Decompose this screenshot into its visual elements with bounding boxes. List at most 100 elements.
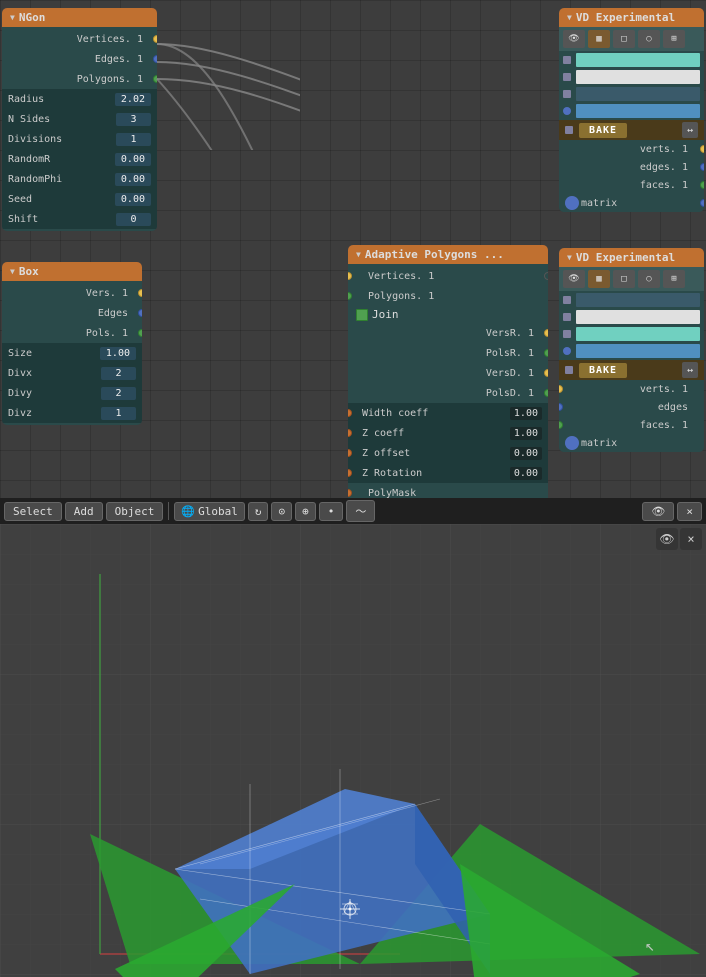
ngon-edges-socket[interactable] [153, 55, 157, 63]
box-vers-socket[interactable] [138, 289, 142, 297]
add-menu-btn[interactable]: Add [65, 502, 103, 521]
adaptive-zrotation-socket-in[interactable] [348, 469, 352, 477]
vd2-verts-label: verts. 1 [565, 384, 698, 395]
ngon-divisions-value[interactable]: 1 [116, 133, 151, 146]
viewport-icon-btn[interactable]: 👁 [642, 502, 674, 521]
vd1-eye-btn[interactable]: 👁 [563, 30, 585, 48]
vd1-resize-btn[interactable]: ↔ [682, 122, 698, 138]
adaptive-polymask-label: PolyMask [354, 488, 542, 499]
adaptive-polygons-in-socket[interactable] [348, 292, 352, 300]
vd2-solid-btn[interactable]: ○ [638, 270, 660, 288]
global-dropdown[interactable]: 🌐 Global [174, 502, 244, 521]
vd1-collapse-arrow: ▼ [567, 13, 572, 22]
adaptive-zcoeff-socket-in[interactable] [348, 429, 352, 437]
vd1-strip-row4 [563, 104, 700, 118]
snap-icon: ⊙ [278, 505, 285, 518]
box-divy-value[interactable]: 2 [101, 387, 136, 400]
box-size-value[interactable]: 1.00 [100, 347, 136, 360]
box-divy-label: Divy [8, 388, 97, 399]
ngon-header[interactable]: ▼ NGon [2, 8, 157, 27]
vd2-wire-btn[interactable]: □ [613, 270, 635, 288]
box-header[interactable]: ▼ Box [2, 262, 142, 281]
vd2-extra-btn[interactable]: ⊞ [663, 270, 685, 288]
vd2-mesh-btn[interactable]: ▦ [588, 270, 610, 288]
select-menu-btn[interactable]: Select [4, 502, 62, 521]
adaptive-title: Adaptive Polygons ... [365, 248, 504, 261]
adaptive-join-checkbox[interactable] [356, 309, 368, 321]
box-pols-socket[interactable] [138, 329, 142, 337]
vd2-bake-button[interactable]: BAKE [579, 363, 627, 378]
adaptive-widthcoeff-value[interactable]: 1.00 [510, 407, 542, 420]
rotate-snap-btn[interactable]: ↻ [248, 502, 269, 521]
adaptive-vertices-in-socket[interactable] [348, 272, 352, 280]
pivot-btn[interactable]: ⊕ [295, 502, 316, 521]
vd1-icon2 [563, 73, 571, 81]
vd2-icon3 [563, 330, 571, 338]
vd1-header[interactable]: ▼ VD Experimental [559, 8, 704, 27]
ngon-nsides-label: N Sides [8, 114, 112, 125]
vd2-header[interactable]: ▼ VD Experimental [559, 248, 704, 267]
box-edges-socket[interactable] [138, 309, 142, 317]
adaptive-zrotation-value[interactable]: 0.00 [510, 467, 542, 480]
adaptive-zoffset-socket-in[interactable] [348, 449, 352, 457]
box-divz-value[interactable]: 1 [101, 407, 136, 420]
wave-btn[interactable]: 〜 [346, 500, 375, 522]
adaptive-header[interactable]: ▼ Adaptive Polygons ... [348, 245, 548, 264]
dot-btn[interactable]: • [319, 502, 344, 521]
vd2-edges-row: edges [559, 398, 704, 416]
viewport-close-btn[interactable]: × [680, 528, 702, 550]
ngon-seed-value[interactable]: 0.00 [115, 193, 151, 206]
vd1-matrix-socket[interactable] [700, 199, 704, 207]
adaptive-versr-socket[interactable] [544, 329, 548, 337]
ngon-randomr-value[interactable]: 0.00 [115, 153, 151, 166]
ngon-shift-row: Shift 0 [2, 209, 157, 229]
vd2-bake-row: BAKE ↔ [559, 360, 704, 380]
vd2-resize-btn[interactable]: ↔ [682, 362, 698, 378]
ngon-nsides-value[interactable]: 3 [116, 113, 151, 126]
adaptive-polsr-row: PolsR. 1 [348, 343, 548, 363]
vd1-bake-button[interactable]: BAKE [579, 123, 627, 138]
ngon-edges-label: Edges. 1 [8, 54, 151, 65]
vd2-verts-in-socket[interactable] [559, 385, 563, 393]
adaptive-polsd-socket[interactable] [544, 389, 548, 397]
vd1-faces-socket[interactable] [700, 181, 704, 189]
adaptive-polsr-socket[interactable] [544, 349, 548, 357]
vd1-icon4 [563, 107, 571, 115]
vd1-solid-btn[interactable]: ○ [638, 30, 660, 48]
ngon-vertices-socket[interactable] [153, 35, 157, 43]
vd1-bake-row: BAKE ↔ [559, 120, 704, 140]
adaptive-zcoeff-value[interactable]: 1.00 [510, 427, 542, 440]
vd2-strip-row4 [563, 344, 700, 358]
vd1-matrix-row: matrix [559, 194, 704, 212]
vd1-extra-btn[interactable]: ⊞ [663, 30, 685, 48]
vd2-faces-in-socket[interactable] [559, 421, 563, 429]
vd2-node: ▼ VD Experimental 👁 ▦ □ ○ ⊞ [559, 248, 704, 452]
vd1-edges-socket[interactable] [700, 163, 704, 171]
ngon-divisions-label: Divisions [8, 134, 112, 145]
box-divx-value[interactable]: 2 [101, 367, 136, 380]
adaptive-polymask-socket-in[interactable] [348, 489, 352, 497]
adaptive-join-label: Join [372, 308, 399, 321]
object-menu-btn[interactable]: Object [106, 502, 164, 521]
vd2-body: 👁 ▦ □ ○ ⊞ [559, 267, 704, 452]
ngon-radius-value[interactable]: 2.02 [115, 93, 151, 106]
vd1-verts-socket[interactable] [700, 145, 704, 153]
ngon-randomphi-value[interactable]: 0.00 [115, 173, 151, 186]
adaptive-widthcoeff-socket-in[interactable] [348, 409, 352, 417]
ngon-randomr-row: RandomR 0.00 [2, 149, 157, 169]
close-btn[interactable]: × [677, 502, 702, 521]
vd1-wire-btn[interactable]: □ [613, 30, 635, 48]
box-divx-row: Divx 2 [2, 363, 142, 383]
pivot-icon: ⊕ [302, 505, 309, 518]
snap-btn[interactable]: ⊙ [271, 502, 292, 521]
adaptive-zoffset-value[interactable]: 0.00 [510, 447, 542, 460]
vd1-node: ▼ VD Experimental 👁 ▦ □ ○ ⊞ [559, 8, 704, 212]
ngon-shift-value[interactable]: 0 [116, 213, 151, 226]
vd1-strip-blue [576, 104, 700, 118]
ngon-polygons-socket[interactable] [153, 75, 157, 83]
viewport-view-btn[interactable]: 👁 [656, 528, 678, 550]
adaptive-versd-socket[interactable] [544, 369, 548, 377]
vd2-eye-btn[interactable]: 👁 [563, 270, 585, 288]
vd2-edges-in-socket[interactable] [559, 403, 563, 411]
vd1-mesh-btn[interactable]: ▦ [588, 30, 610, 48]
